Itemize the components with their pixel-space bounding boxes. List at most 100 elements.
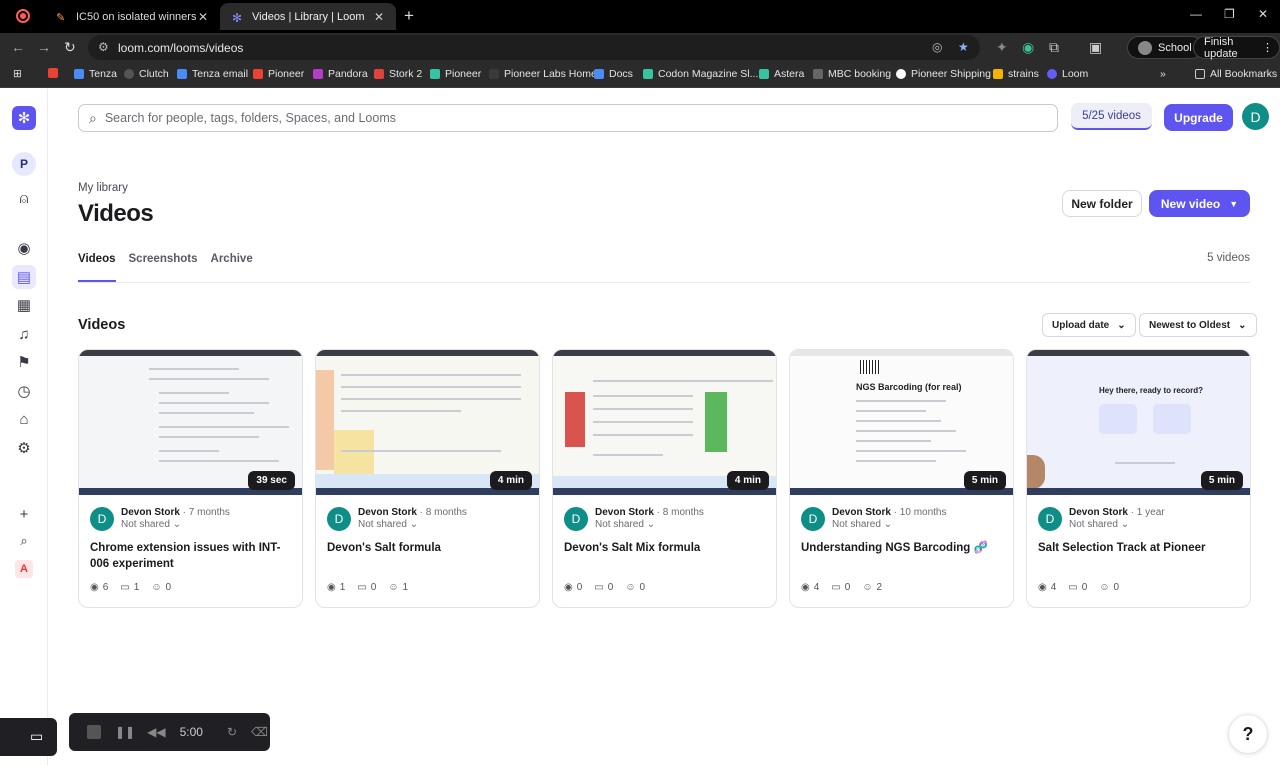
bookmark-pioneer[interactable]: Pioneer xyxy=(253,68,304,80)
all-bookmarks[interactable]: All Bookmarks xyxy=(1195,68,1277,80)
workspace-avatar[interactable]: P xyxy=(12,152,36,176)
more-bookmarks-icon[interactable]: » xyxy=(1160,68,1166,80)
share-status[interactable]: Not shared ⌄ xyxy=(1069,519,1129,530)
maximize-icon[interactable]: ❐ xyxy=(1224,7,1235,21)
video-thumbnail[interactable]: 4 min xyxy=(553,350,776,495)
site-settings-icon[interactable]: ⚙ xyxy=(98,40,109,54)
share-status[interactable]: Not shared ⌄ xyxy=(832,519,892,530)
gmail-icon[interactable] xyxy=(48,68,58,78)
upload-date-filter[interactable]: Upload date ⌄ xyxy=(1042,313,1136,337)
bookmark-pioneer-shipping[interactable]: Pioneer Shipping xyxy=(896,68,991,80)
video-card[interactable]: NGS Barcoding (for real) 5 min D Devon S… xyxy=(789,349,1014,608)
add-icon[interactable]: + xyxy=(12,502,36,526)
bookmark-codon-magazine[interactable]: Codon Magazine Sl... xyxy=(643,68,758,80)
trash-icon[interactable]: ⌫ xyxy=(251,725,268,739)
bookmark-stork-2[interactable]: Stork 2 xyxy=(374,68,422,80)
author-name[interactable]: Devon Stork xyxy=(832,507,891,518)
bookmark-tenza[interactable]: Tenza xyxy=(74,68,117,80)
author-name[interactable]: Devon Stork xyxy=(121,507,180,518)
gift-icon[interactable]: ⌂ xyxy=(12,407,36,431)
video-title[interactable]: Devon's Salt Mix formula xyxy=(564,540,769,556)
video-quota-badge[interactable]: 5/25 videos xyxy=(1071,103,1152,130)
browser-tab-ic50[interactable]: ✎ IC50 on isolated winners from S ✕ xyxy=(44,3,220,30)
search-input[interactable] xyxy=(104,111,1057,125)
bookmark-pioneer-labs-home[interactable]: Pioneer Labs Home xyxy=(489,68,597,80)
extension-grammarly-icon[interactable]: ◉ xyxy=(1022,39,1034,56)
new-video-button[interactable]: New video ▼ xyxy=(1149,190,1250,217)
video-title[interactable]: Devon's Salt formula xyxy=(327,540,532,556)
search-bar[interactable]: ⌕ xyxy=(78,104,1058,132)
stop-icon[interactable] xyxy=(87,725,101,739)
video-title[interactable]: Chrome extension issues with INT-006 exp… xyxy=(90,540,295,572)
close-tab-icon[interactable]: ✕ xyxy=(196,10,210,24)
author-name[interactable]: Devon Stork xyxy=(358,507,417,518)
video-thumbnail[interactable]: Hey there, ready to record? 5 min xyxy=(1027,350,1250,495)
bookmark-tenza-email[interactable]: Tenza email xyxy=(177,68,248,80)
user-avatar[interactable]: D xyxy=(1242,103,1269,130)
window-close-icon[interactable]: ✕ xyxy=(1258,7,1268,21)
address-bar[interactable]: ⚙ loom.com/looms/videos ◎ ★ xyxy=(88,35,980,60)
search-icon[interactable]: ⌕ xyxy=(12,529,36,553)
restart-icon[interactable]: ↻ xyxy=(227,725,237,739)
profile-button[interactable]: School xyxy=(1127,36,1203,59)
video-thumbnail[interactable]: NGS Barcoding (for real) 5 min xyxy=(790,350,1013,495)
bookmark-strains[interactable]: strains xyxy=(993,68,1039,80)
gemini-icon[interactable]: ✦ xyxy=(996,39,1008,56)
help-button[interactable]: ? xyxy=(1228,714,1268,754)
new-tab-button[interactable]: + xyxy=(404,6,414,26)
author-name[interactable]: Devon Stork xyxy=(1069,507,1128,518)
forward-icon[interactable]: → xyxy=(37,39,51,55)
clock-icon[interactable]: ◷ xyxy=(12,379,36,403)
eye-off-icon[interactable]: ◎ xyxy=(932,40,942,54)
author-name[interactable]: Devon Stork xyxy=(595,507,654,518)
share-status[interactable]: Not shared ⌄ xyxy=(595,519,655,530)
share-status[interactable]: Not shared ⌄ xyxy=(358,519,418,530)
video-card[interactable]: 4 min D Devon Stork · 8 months Not shared… xyxy=(552,349,777,608)
bookmark-docs[interactable]: Docs xyxy=(594,68,633,80)
bookmark-astera[interactable]: Astera xyxy=(759,68,804,80)
reload-icon[interactable]: ↻ xyxy=(64,39,76,56)
bell-icon[interactable]: ♫ xyxy=(12,322,36,346)
browser-tab-loom[interactable]: ✻ Videos | Library | Loom ✕ xyxy=(220,3,396,30)
minimize-icon[interactable]: — xyxy=(1190,7,1202,21)
apps-grid-icon[interactable]: ⊞ xyxy=(13,68,22,80)
loom-logo-icon[interactable]: ✻ xyxy=(12,106,36,130)
video-card[interactable]: Hey there, ready to record? 5 min D Devo… xyxy=(1026,349,1251,608)
back-icon[interactable]: ← xyxy=(11,39,25,55)
camera-toggle[interactable]: ▭ xyxy=(0,718,57,756)
video-title[interactable]: Understanding NGS Barcoding 🧬 xyxy=(801,540,1006,556)
bookmark-pioneer-2[interactable]: Pioneer xyxy=(430,68,481,80)
profile-icon[interactable]: ◉ xyxy=(12,236,36,260)
close-tab-icon[interactable]: ✕ xyxy=(372,10,386,24)
bookmark-loom[interactable]: Loom xyxy=(1047,68,1088,80)
extension-badge[interactable]: A xyxy=(15,560,33,578)
video-thumbnail[interactable]: 4 min xyxy=(316,350,539,495)
tab-screenshots[interactable]: Screenshots xyxy=(129,251,198,282)
tab-archive[interactable]: Archive xyxy=(211,251,253,282)
bookmark-clutch[interactable]: Clutch xyxy=(124,68,169,80)
upgrade-button[interactable]: Upgrade xyxy=(1164,104,1233,131)
bookmark-pandora[interactable]: Pandora xyxy=(313,68,368,80)
rewind-icon[interactable]: ◀◀ xyxy=(147,725,165,739)
library-icon[interactable]: ▤ xyxy=(12,265,36,289)
breadcrumb[interactable]: My library xyxy=(78,182,128,194)
tab-videos[interactable]: Videos xyxy=(78,251,116,282)
bookmark-icon[interactable]: ⚑ xyxy=(12,350,36,374)
extensions-puzzle-icon[interactable]: ⧉ xyxy=(1049,39,1059,56)
share-status[interactable]: Not shared ⌄ xyxy=(121,519,181,530)
sort-order-select[interactable]: Newest to Oldest ⌄ xyxy=(1139,313,1257,337)
calendar-icon[interactable]: ▦ xyxy=(12,293,36,317)
new-folder-button[interactable]: New folder xyxy=(1062,190,1142,217)
finish-update-button[interactable]: Finish update ⋮ xyxy=(1193,36,1280,60)
bookmark-mbc-booking[interactable]: MBC booking xyxy=(813,68,891,80)
video-title[interactable]: Salt Selection Track at Pioneer xyxy=(1038,540,1243,556)
tab-search-icon[interactable]: ▣ xyxy=(1089,39,1102,56)
settings-gear-icon[interactable]: ⚙ xyxy=(12,436,36,460)
video-thumbnail[interactable]: 39 sec xyxy=(79,350,302,495)
pause-icon[interactable]: ❚❚ xyxy=(115,725,135,739)
bookmark-star-icon[interactable]: ★ xyxy=(958,40,969,54)
loom-app: ✻ P ⍝ ◉ ▤ ▦ ♫ ⚑ ◷ ⌂ ⚙ + ⌕ A ⌕ 5/25 video… xyxy=(0,89,1280,765)
add-member-icon[interactable]: ⍝ xyxy=(12,186,36,210)
video-card[interactable]: 4 min D Devon Stork · 8 months Not shared… xyxy=(315,349,540,608)
video-card[interactable]: 39 sec D Devon Stork · 7 months Not share… xyxy=(78,349,303,608)
